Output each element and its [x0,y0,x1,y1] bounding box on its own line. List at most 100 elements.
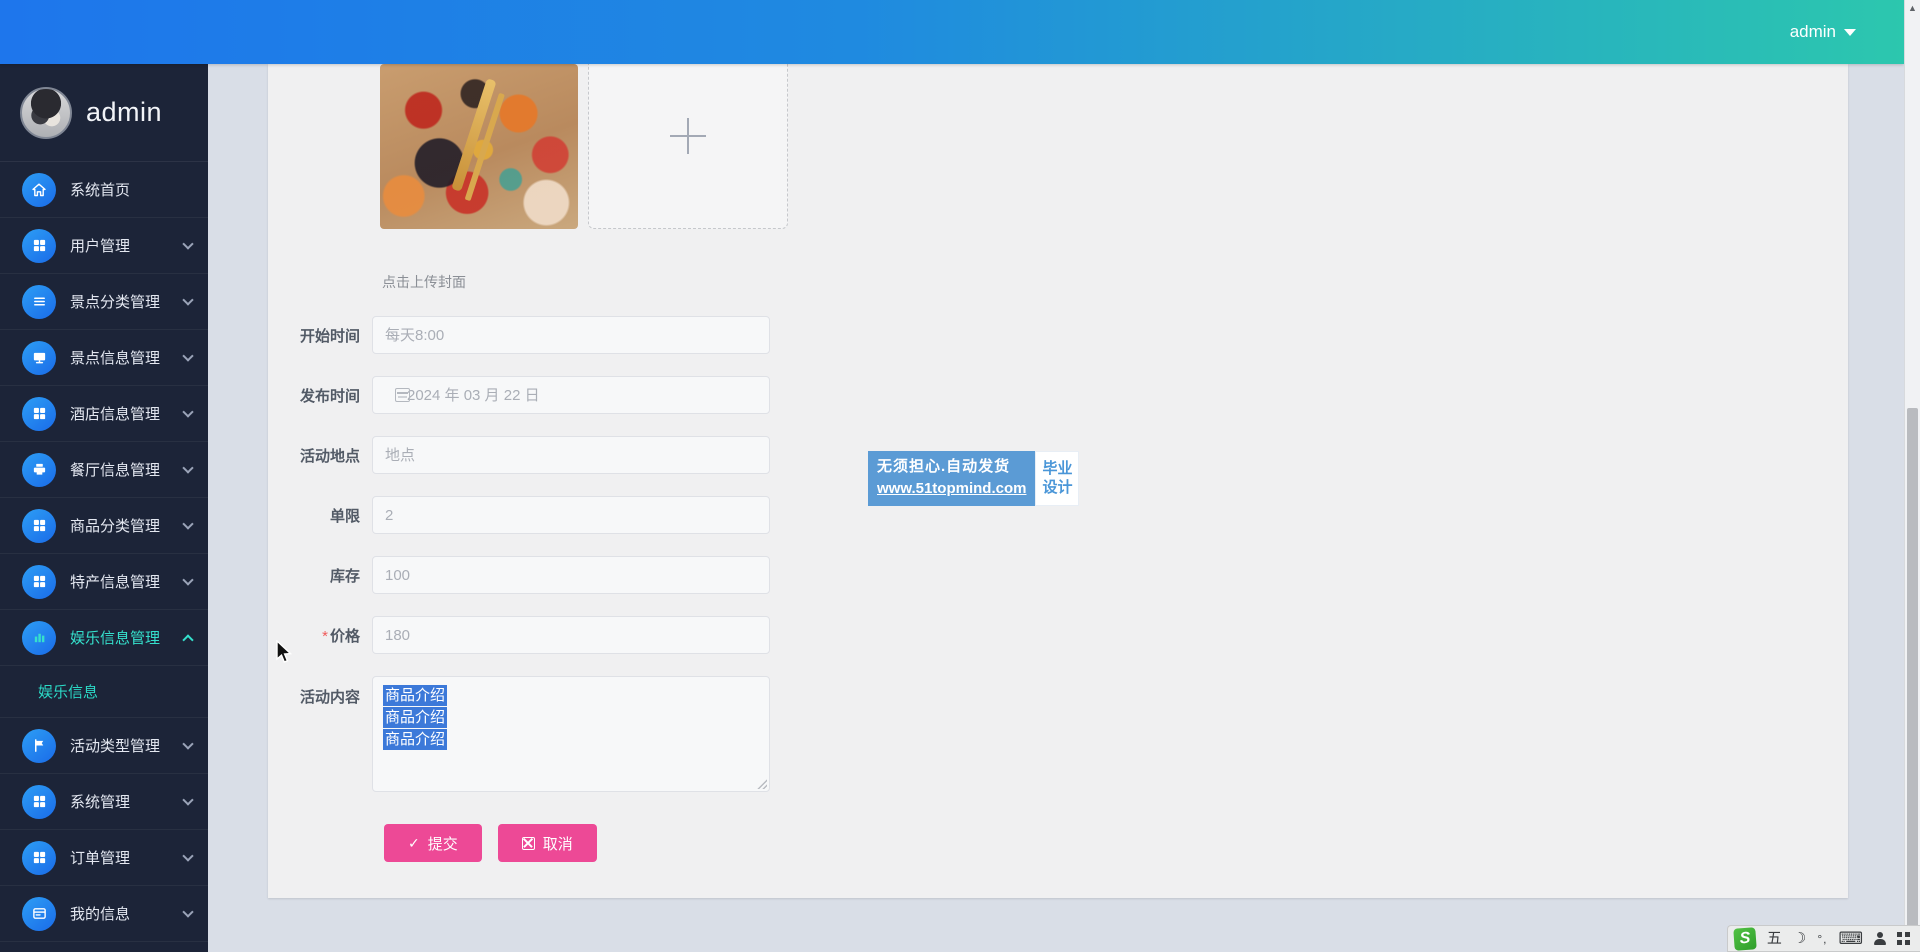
required-asterisk: * [322,627,328,645]
chevron-down-icon [182,737,194,750]
sidebar-item-label: 我的信息 [70,906,131,923]
sogou-logo-icon[interactable]: S [1733,926,1757,951]
price-input[interactable] [372,616,770,654]
field-label: 发布时间 [299,387,360,405]
grid-icon [22,396,56,431]
wubi-mode-icon[interactable]: 五 [1767,931,1782,946]
selected-text-line: 商品介绍 [383,707,448,728]
screen: admin admin 系统首页 用户管理 景点分类管理 景点信息管理 酒店信息… [0,0,1920,952]
field-label: 开始时间 [299,327,360,345]
watermark-ad: 无须担心.自动发货 www.51topmind.com 毕业 设计 [868,451,1080,506]
chevron-down-icon [182,793,194,806]
sidebar-item-scenic-category[interactable]: 景点分类管理 [0,274,208,330]
chevron-down-icon [182,349,194,362]
person-icon[interactable] [1874,932,1886,945]
topbar: admin [0,0,1904,64]
sidebar-item-label: 活动类型管理 [70,738,161,755]
field-label: 活动地点 [299,447,360,465]
sidebar-item-users[interactable]: 用户管理 [0,218,208,274]
sidebar-item-hotel-info[interactable]: 酒店信息管理 [0,386,208,442]
cover-photo[interactable] [380,64,578,229]
order-limit-input[interactable] [372,496,770,534]
selected-text-line: 商品介绍 [383,685,448,706]
card-icon [22,896,56,931]
sidebar-item-entertainment-info[interactable]: 娱乐信息管理 [0,610,208,666]
grid-icon [22,228,56,263]
sidebar-menu: 系统首页 用户管理 景点分类管理 景点信息管理 酒店信息管理 餐厅信息管理 商品… [0,162,208,942]
sidebar-item-activity-type[interactable]: 活动类型管理 [0,718,208,774]
watermark-badge: 毕业 设计 [1035,451,1080,506]
grid-icon [22,784,56,819]
watermark-text: 无须担心.自动发货 www.51topmind.com [868,451,1036,506]
mouse-cursor [276,639,294,671]
upload-dropzone[interactable] [588,64,788,229]
scrollbar-thumb[interactable] [1907,408,1918,930]
grid-icon[interactable] [1897,932,1910,945]
home-icon [22,172,56,207]
upload-hint: 点击上传封面 [382,274,466,290]
location-input[interactable] [372,436,770,474]
sidebar-item-label: 订单管理 [70,850,131,867]
sidebar-item-label: 餐厅信息管理 [70,462,161,479]
sidebar-item-my-info[interactable]: 我的信息 [0,886,208,942]
field-label: 单限 [329,507,360,525]
form-row-content: 活动内容 商品介绍 商品介绍 商品介绍 [268,676,770,792]
form-row-stock: 库存 [268,556,770,594]
content-textarea[interactable]: 商品介绍 商品介绍 商品介绍 [372,676,770,792]
user-dropdown[interactable]: admin [1790,22,1856,42]
sidebar-item-label: 系统管理 [70,794,131,811]
punctuation-icon[interactable]: °, [1817,933,1827,945]
form-row-location: 活动地点 [268,436,770,474]
submit-button[interactable]: ✓ 提交 [384,824,482,862]
form-row-price: * 价格 [268,616,770,654]
ime-toolbar: S 五 ☽ °, ⌨ [1726,925,1920,952]
monitor-icon [22,340,56,375]
keyboard-icon[interactable]: ⌨ [1838,930,1863,947]
chevron-down-icon [1844,28,1856,36]
user-dropdown-label: admin [1789,22,1836,41]
cancel-button[interactable]: 取消 [497,824,597,862]
chevron-up-icon [182,633,194,646]
calendar-icon [395,388,410,402]
chevron-down-icon [182,293,194,306]
check-icon: ✓ [408,834,420,851]
plus-icon [670,118,706,155]
scrollbar[interactable]: ▲ [1904,0,1920,952]
sidebar-item-label: 景点分类管理 [70,294,161,311]
stock-input[interactable] [372,556,770,594]
sidebar-item-orders[interactable]: 订单管理 [0,830,208,886]
form-row-order-limit: 单限 [268,496,770,534]
sidebar-subitem-entertainment-info[interactable]: 娱乐信息 [0,666,208,718]
sidebar-item-label: 商品分类管理 [70,518,161,535]
list-icon [22,284,56,319]
chevron-down-icon [182,905,194,918]
chart-icon [22,620,56,655]
resize-grip[interactable] [756,778,767,789]
field-label: 库存 [329,567,360,585]
sidebar-item-label: 系统首页 [70,182,131,199]
chevron-down-icon [182,849,194,862]
printer-icon [22,452,56,487]
scrollbar-up-arrow[interactable]: ▲ [1905,3,1920,13]
grid-icon [22,840,56,875]
sidebar-subitem-label: 娱乐信息 [38,684,99,701]
chevron-down-icon [182,237,194,250]
avatar [20,86,72,139]
sidebar-item-specialty-info[interactable]: 特产信息管理 [0,554,208,610]
chevron-down-icon [182,517,194,530]
moon-icon[interactable]: ☽ [1793,931,1806,946]
chevron-down-icon [182,461,194,474]
sidebar-item-restaurant-info[interactable]: 餐厅信息管理 [0,442,208,498]
publish-time-input[interactable] [372,376,770,414]
sidebar: admin 系统首页 用户管理 景点分类管理 景点信息管理 酒店信息管理 餐厅信… [0,64,208,952]
sidebar-item-label: 景点信息管理 [70,350,161,367]
form-row-start-time: 开始时间 [268,316,770,354]
sidebar-item-home[interactable]: 系统首页 [0,162,208,218]
start-time-input[interactable] [372,316,770,354]
sidebar-item-label: 娱乐信息管理 [70,630,161,647]
sidebar-item-scenic-info[interactable]: 景点信息管理 [0,330,208,386]
field-label: 活动内容 [299,689,360,706]
sidebar-item-system[interactable]: 系统管理 [0,774,208,830]
sidebar-item-product-category[interactable]: 商品分类管理 [0,498,208,554]
chevron-down-icon [182,573,194,586]
